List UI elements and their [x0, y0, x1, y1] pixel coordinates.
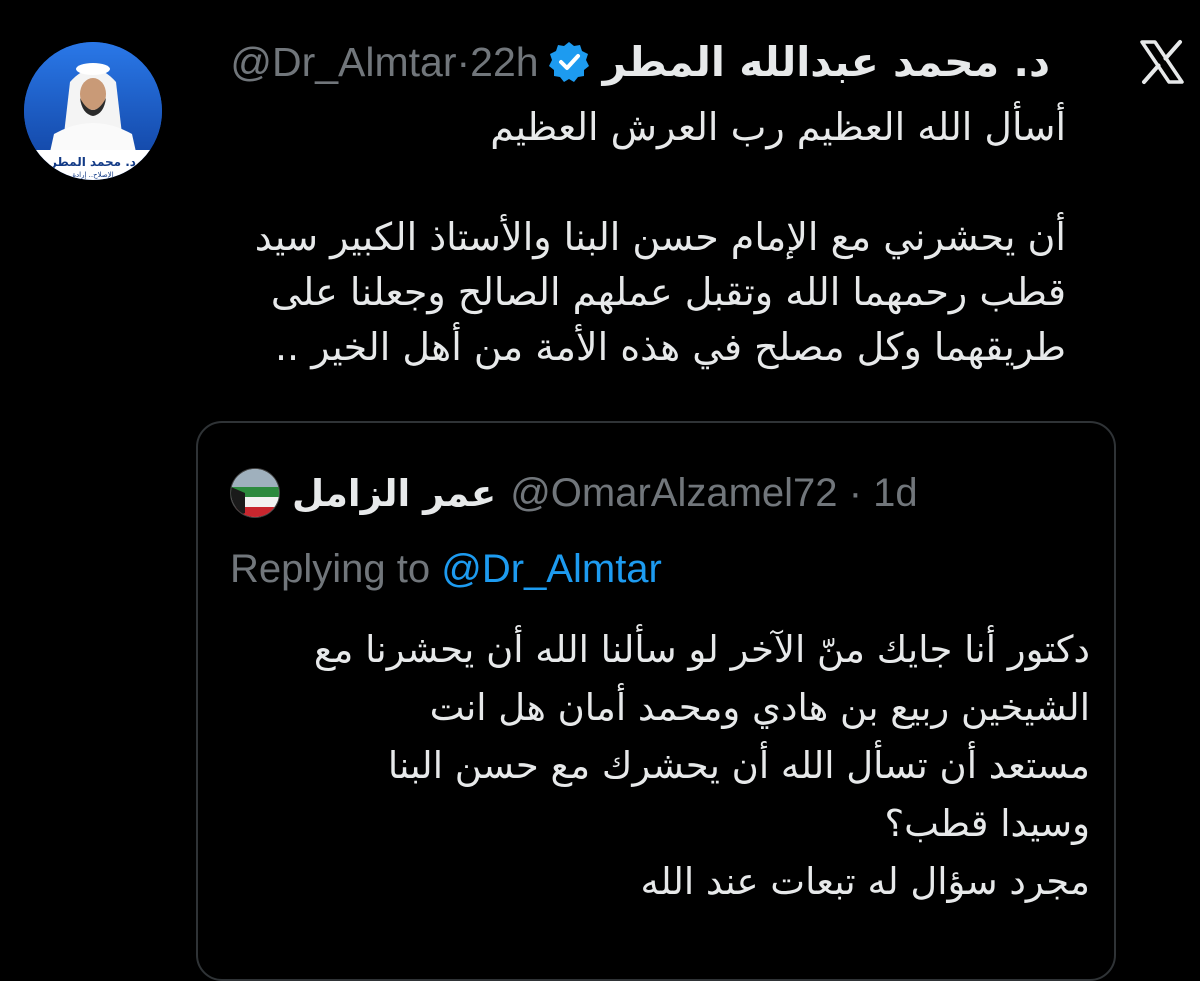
- quoted-tweet-text: دكتور أنا جايك منّ الآخر لو سألنا الله أ…: [210, 621, 1090, 911]
- tweet-text-line: أن يحشرني مع الإمام حسن البنا والأستاذ ا…: [254, 215, 1066, 259]
- quoted-text-line: مجرد سؤال له تبعات عند الله: [640, 860, 1090, 903]
- quoted-text-line: الشيخين ربيع بن هادي ومحمد أمان هل انت: [429, 686, 1090, 729]
- replying-to-line: Replying to @Dr_Almtar: [230, 547, 662, 592]
- x-logo-icon[interactable]: [1138, 38, 1186, 86]
- meta-separator: ·: [456, 38, 471, 85]
- replying-to-mention[interactable]: @Dr_Almtar: [441, 547, 662, 591]
- quoted-text-line: مستعد أن تسأل الله أن يحشرك مع حسن البنا: [387, 744, 1090, 787]
- quoted-text-line: وسيدا قطب؟: [884, 802, 1090, 845]
- tweet-text-line: قطب رحمهما الله وتقبل عملهم الصالح وجعلن…: [270, 270, 1066, 314]
- quoted-tweet-meta: @OmarAlzamel72 · 1d: [510, 471, 917, 516]
- replying-to-label: Replying to: [230, 547, 431, 591]
- tweet-header: د. محمد عبدالله المطر @Dr_Almtar·22h: [230, 30, 1050, 94]
- avatar-slogan-text: الإصلاح.. إرادة: [72, 171, 113, 179]
- quoted-author-avatar[interactable]: [230, 468, 280, 518]
- quoted-author-name[interactable]: عمر الزامل: [292, 472, 496, 515]
- tweet-text: أسأل الله العظيم رب العرش العظيم أن يحشر…: [176, 100, 1066, 375]
- author-avatar[interactable]: د. محمد المطر الإصلاح.. إرادة: [24, 42, 162, 180]
- tweet-time[interactable]: 22h: [470, 39, 538, 85]
- author-name[interactable]: د. محمد عبدالله المطر: [603, 38, 1050, 86]
- avatar-name-text: د. محمد المطر: [49, 155, 136, 169]
- author-handle[interactable]: @Dr_Almtar: [230, 39, 456, 85]
- tweet-text-line: طريقهما وكل مصلح في هذه الأمة من أهل الخ…: [274, 325, 1066, 369]
- quoted-tweet-card[interactable]: عمر الزامل @OmarAlzamel72 · 1d Replying …: [196, 421, 1116, 981]
- tweet-meta: @Dr_Almtar·22h: [230, 39, 538, 86]
- verified-badge-icon: [547, 40, 591, 84]
- quoted-tweet-header: عمر الزامل @OmarAlzamel72 · 1d: [230, 465, 918, 521]
- meta-separator: ·: [848, 470, 863, 515]
- tweet-text-line: أسأل الله العظيم رب العرش العظيم: [490, 105, 1066, 149]
- tweet-text-blank-line: [176, 155, 1066, 210]
- quoted-author-handle[interactable]: @OmarAlzamel72: [510, 471, 837, 515]
- quoted-text-line: دكتور أنا جايك منّ الآخر لو سألنا الله أ…: [313, 628, 1090, 671]
- quoted-tweet-time[interactable]: 1d: [873, 471, 918, 515]
